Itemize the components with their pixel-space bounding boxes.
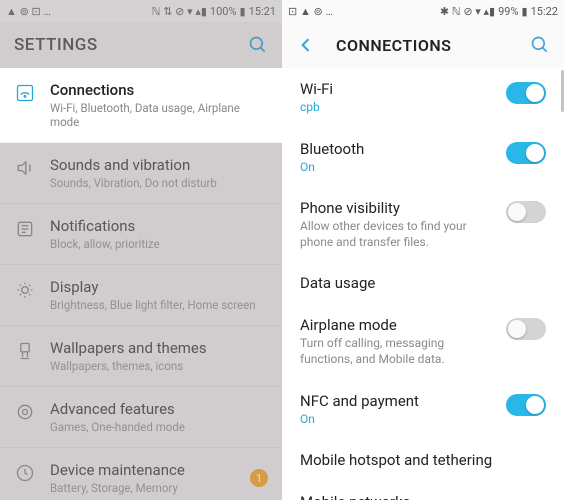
page-title: CONNECTIONS [336, 36, 451, 55]
conn-item-subtitle: Allow other devices to find your phone a… [300, 219, 492, 250]
settings-item-display[interactable]: Display Brightness, Blue light filter, H… [0, 265, 282, 326]
airplane-toggle[interactable] [506, 318, 546, 340]
conn-item-phone-visibility[interactable]: Phone visibility Allow other devices to … [282, 187, 564, 262]
conn-item-data-usage[interactable]: Data usage [282, 262, 564, 304]
conn-item-subtitle: Turn off calling, messaging functions, a… [300, 336, 492, 367]
nfc-signal-icons: ℕ ⇅ ⊘ ▾ ▴▮ [152, 5, 207, 18]
advanced-icon [14, 400, 36, 422]
back-icon[interactable] [296, 35, 316, 55]
settings-item-notifications[interactable]: Notifications Block, allow, prioritize [0, 204, 282, 265]
conn-item-title: Airplane mode [300, 316, 492, 334]
conn-item-bluetooth[interactable]: Bluetooth On [282, 128, 564, 188]
status-misc-icons: ⊡ ▲ ⊚ … [288, 5, 333, 18]
wifi-toggle[interactable] [506, 82, 546, 104]
status-right-icons: ℕ ⇅ ⊘ ▾ ▴▮ 100% ▮ 15:21 [152, 5, 276, 18]
page-title: SETTINGS [14, 35, 98, 55]
connections-icon [14, 81, 36, 103]
battery-pct: 99% [498, 5, 518, 18]
status-left-icons: ⊡ ▲ ⊚ … [288, 5, 333, 18]
settings-item-sounds[interactable]: Sounds and vibration Sounds, Vibration, … [0, 143, 282, 204]
connections-pane: ⊡ ▲ ⊚ … ✱ ℕ ⊘ ▾ ▴▮ 99% ▮ 15:22 CONNECTIO… [282, 0, 564, 500]
settings-item-subtitle: Wallpapers, themes, icons [50, 359, 268, 373]
conn-item-hotspot[interactable]: Mobile hotspot and tethering [282, 439, 564, 481]
status-left-icons: ▲ ⊚ ⊡ … [6, 5, 51, 18]
settings-item-title: Sounds and vibration [50, 156, 268, 174]
settings-pane: ▲ ⊚ ⊡ … ℕ ⇅ ⊘ ▾ ▴▮ 100% ▮ 15:21 SETTINGS… [0, 0, 282, 500]
conn-item-title: Wi-Fi [300, 80, 492, 98]
settings-item-maintenance[interactable]: Device maintenance Battery, Storage, Mem… [0, 448, 282, 500]
warn-icon: ▲ ⊚ ⊡ … [6, 5, 51, 18]
settings-item-subtitle: Battery, Storage, Memory [50, 481, 236, 495]
conn-item-subtitle: cpb [300, 100, 492, 116]
status-bar-right: ⊡ ▲ ⊚ … ✱ ℕ ⊘ ▾ ▴▮ 99% ▮ 15:22 [282, 0, 564, 22]
conn-item-wifi[interactable]: Wi-Fi cpb [282, 68, 564, 128]
conn-item-title: Bluetooth [300, 140, 492, 158]
battery-pct: 100% [210, 5, 237, 18]
conn-item-title: NFC and payment [300, 392, 492, 410]
appbar-settings: SETTINGS [0, 22, 282, 68]
notifications-icon [14, 217, 36, 239]
visibility-toggle[interactable] [506, 201, 546, 223]
conn-item-title: Phone visibility [300, 199, 492, 217]
maintenance-icon [14, 461, 36, 483]
settings-item-connections[interactable]: Connections Wi-Fi, Bluetooth, Data usage… [0, 68, 282, 143]
conn-item-mobile-networks[interactable]: Mobile networks [282, 481, 564, 500]
bt-nfc-signal-icons: ✱ ℕ ⊘ ▾ ▴▮ [440, 5, 495, 18]
search-icon[interactable] [248, 35, 268, 55]
settings-item-subtitle: Sounds, Vibration, Do not disturb [50, 176, 268, 190]
sound-icon [14, 156, 36, 178]
settings-item-title: Device maintenance [50, 461, 236, 479]
settings-item-advanced[interactable]: Advanced features Games, One-handed mode [0, 387, 282, 448]
search-icon[interactable] [530, 35, 550, 55]
badge-count: 1 [250, 469, 268, 487]
status-bar-left: ▲ ⊚ ⊡ … ℕ ⇅ ⊘ ▾ ▴▮ 100% ▮ 15:21 [0, 0, 282, 22]
connections-list: Wi-Fi cpb Bluetooth On Phone visibility … [282, 68, 564, 500]
conn-item-nfc[interactable]: NFC and payment On [282, 380, 564, 440]
clock: 15:22 [531, 5, 558, 18]
nfc-toggle[interactable] [506, 394, 546, 416]
conn-item-title: Mobile networks [300, 493, 546, 500]
bluetooth-toggle[interactable] [506, 142, 546, 164]
battery-icon: ▮ [522, 5, 528, 18]
status-right-icons: ✱ ℕ ⊘ ▾ ▴▮ 99% ▮ 15:22 [440, 5, 558, 18]
settings-item-subtitle: Games, One-handed mode [50, 420, 268, 434]
wallpaper-icon [14, 339, 36, 361]
settings-item-subtitle: Block, allow, prioritize [50, 237, 268, 251]
battery-icon: ▮ [240, 5, 246, 18]
display-icon [14, 278, 36, 300]
settings-item-subtitle: Wi-Fi, Bluetooth, Data usage, Airplane m… [50, 101, 268, 129]
settings-item-title: Advanced features [50, 400, 268, 418]
settings-list: Connections Wi-Fi, Bluetooth, Data usage… [0, 68, 282, 500]
conn-item-title: Mobile hotspot and tethering [300, 451, 546, 469]
settings-item-title: Display [50, 278, 268, 296]
settings-item-title: Notifications [50, 217, 268, 235]
clock: 15:21 [249, 5, 276, 18]
conn-item-title: Data usage [300, 274, 546, 292]
settings-item-subtitle: Brightness, Blue light filter, Home scre… [50, 298, 268, 312]
conn-item-subtitle: On [300, 412, 492, 428]
conn-item-airplane[interactable]: Airplane mode Turn off calling, messagin… [282, 304, 564, 379]
conn-item-subtitle: On [300, 160, 492, 176]
settings-item-title: Connections [50, 81, 268, 99]
settings-item-wallpapers[interactable]: Wallpapers and themes Wallpapers, themes… [0, 326, 282, 387]
appbar-connections: CONNECTIONS [282, 22, 564, 68]
settings-item-title: Wallpapers and themes [50, 339, 268, 357]
